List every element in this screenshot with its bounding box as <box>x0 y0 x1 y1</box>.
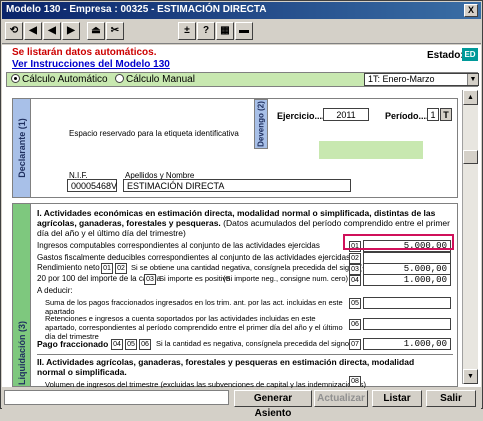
row06-label: Retenciones e ingresos a cuenta soportad… <box>45 314 343 341</box>
ref-code-03: 03 <box>144 274 156 285</box>
window-title: Modelo 130 - Empresa : 00325 - ESTIMACIÓ… <box>6 4 267 15</box>
chevron-down-icon[interactable]: ▼ <box>467 74 478 85</box>
field-06[interactable] <box>363 318 451 330</box>
row03-detail: Si se obtiene una cantidad negativa, con… <box>131 263 367 272</box>
ejercicio-label: Ejercicio..... <box>277 111 328 121</box>
next-record-icon[interactable]: ▶ <box>62 22 80 40</box>
ref-code-01: 01 <box>101 263 113 274</box>
estado-label: Estado: <box>427 50 464 61</box>
bottom-bar: Generar Asiento Actualizar Listar Salir <box>2 388 481 419</box>
main-window: Modelo 130 - Empresa : 00325 - ESTIMACIÓ… <box>0 0 483 419</box>
first-record-icon[interactable]: ◀ <box>24 22 42 40</box>
pago-label: Pago fraccionado <box>37 339 109 349</box>
generar-asiento-button[interactable]: Generar Asiento <box>234 390 312 419</box>
auto-data-notice: Se listarán datos automáticos. <box>12 47 157 58</box>
pago-code-06: 06 <box>139 339 151 350</box>
reserved-label-text: Espacio reservado para la etiqueta ident… <box>69 129 239 138</box>
field-07[interactable]: 1.000,00 <box>363 338 451 350</box>
previous-record-icon[interactable]: ◀ <box>43 22 61 40</box>
close-button[interactable]: X <box>464 4 478 17</box>
pago-code-05: 05 <box>125 339 137 350</box>
liquidacion-section: Liquidación (3) I. Actividades económica… <box>12 203 458 389</box>
estado-badge: ED <box>462 48 478 61</box>
plus-minus-icon[interactable]: ± <box>178 22 196 40</box>
radio-selected-icon <box>11 74 20 83</box>
radio-unselected-icon <box>115 74 124 83</box>
row02-label: Gastos fiscalmente deducibles correspond… <box>37 253 351 262</box>
divider <box>37 354 453 355</box>
radio-calc-auto[interactable]: Cálculo Automático <box>11 74 108 85</box>
calc-auto-label: Cálculo Automático <box>22 74 108 85</box>
row03-label: Rendimiento neto <box>37 263 100 272</box>
calculator-icon[interactable]: ▦ <box>216 22 234 40</box>
code-06: 06 <box>349 319 361 330</box>
code-05: 05 <box>349 298 361 309</box>
deducir-label: A deducir: <box>37 286 73 295</box>
refresh-icon[interactable]: ⟲ <box>5 22 23 40</box>
ejercicio-input[interactable]: 2011 <box>323 108 369 121</box>
green-field-area <box>319 141 423 159</box>
toolbar: ⟲ ◀ ◀ ▶ ⏏ ✂ ± ? ▦ ▬ <box>2 20 481 44</box>
pago-note: Si la cantidad es negativa, consígnela p… <box>156 339 359 348</box>
salir-button[interactable]: Salir <box>426 390 476 407</box>
row04-note: Si importe es positivo. <box>159 274 233 283</box>
radio-calc-manual[interactable]: Cálculo Manual <box>115 74 195 85</box>
scissors-icon[interactable]: ✂ <box>106 22 124 40</box>
period-select-value: 1T: Enero-Marzo <box>368 74 435 84</box>
ref-code-02: 02 <box>115 263 127 274</box>
nombre-field[interactable]: ESTIMACIÓN DIRECTA <box>123 179 351 192</box>
row04-note2: (Si importe neg., consigne num. cero) <box>223 274 349 283</box>
listar-button[interactable]: Listar <box>372 390 422 407</box>
calculation-mode-bar: Cálculo Automático Cálculo Manual 1T: En… <box>6 72 479 87</box>
code-08: 08 <box>349 376 361 387</box>
highlight-field-01 <box>343 234 454 250</box>
declarante-side-label: Declarante (1) <box>13 99 31 197</box>
code-04: 04 <box>349 275 361 286</box>
form-content: Se listarán datos automáticos. Ver Instr… <box>2 45 481 389</box>
nif-field[interactable]: 00005468V <box>67 179 117 192</box>
periodo-input[interactable]: 1 <box>427 108 439 121</box>
section2-title: II. Actividades agrícolas, ganaderas, fo… <box>37 357 415 377</box>
actualizar-button[interactable]: Actualizar <box>314 390 368 407</box>
horizontal-scrollbar[interactable] <box>4 390 229 405</box>
scroll-up-icon[interactable]: ▲ <box>463 90 478 105</box>
declarante-section: Declarante (1) Espacio reservado para la… <box>12 98 458 198</box>
periodo-button[interactable]: T <box>440 108 452 121</box>
row04-label: 20 por 100 del importe de la casilla <box>37 274 162 283</box>
code-03: 03 <box>349 264 361 275</box>
instructions-link[interactable]: Ver Instrucciones del Modelo 130 <box>12 59 170 70</box>
row01-label: Ingresos computables correspondientes al… <box>37 241 320 250</box>
eject-icon[interactable]: ⏏ <box>87 22 105 40</box>
minimize-icon[interactable]: ▬ <box>235 22 253 40</box>
pago-code-04: 04 <box>111 339 123 350</box>
code-07: 07 <box>349 339 361 350</box>
liquidacion-side-label: Liquidación (3) <box>13 204 31 386</box>
vertical-scrollbar[interactable]: ▲ ▼ <box>462 90 478 384</box>
title-bar: Modelo 130 - Empresa : 00325 - ESTIMACIÓ… <box>2 2 481 19</box>
calc-manual-label: Cálculo Manual <box>126 74 195 85</box>
field-05[interactable] <box>363 297 451 309</box>
scroll-thumb[interactable] <box>463 150 478 164</box>
scroll-down-icon[interactable]: ▼ <box>463 369 478 384</box>
field-04[interactable]: 1.000,00 <box>363 274 451 286</box>
devengo-side-label: Devengo (2) <box>254 99 268 149</box>
help-icon[interactable]: ? <box>197 22 215 40</box>
period-select[interactable]: 1T: Enero-Marzo ▼ <box>364 73 479 86</box>
